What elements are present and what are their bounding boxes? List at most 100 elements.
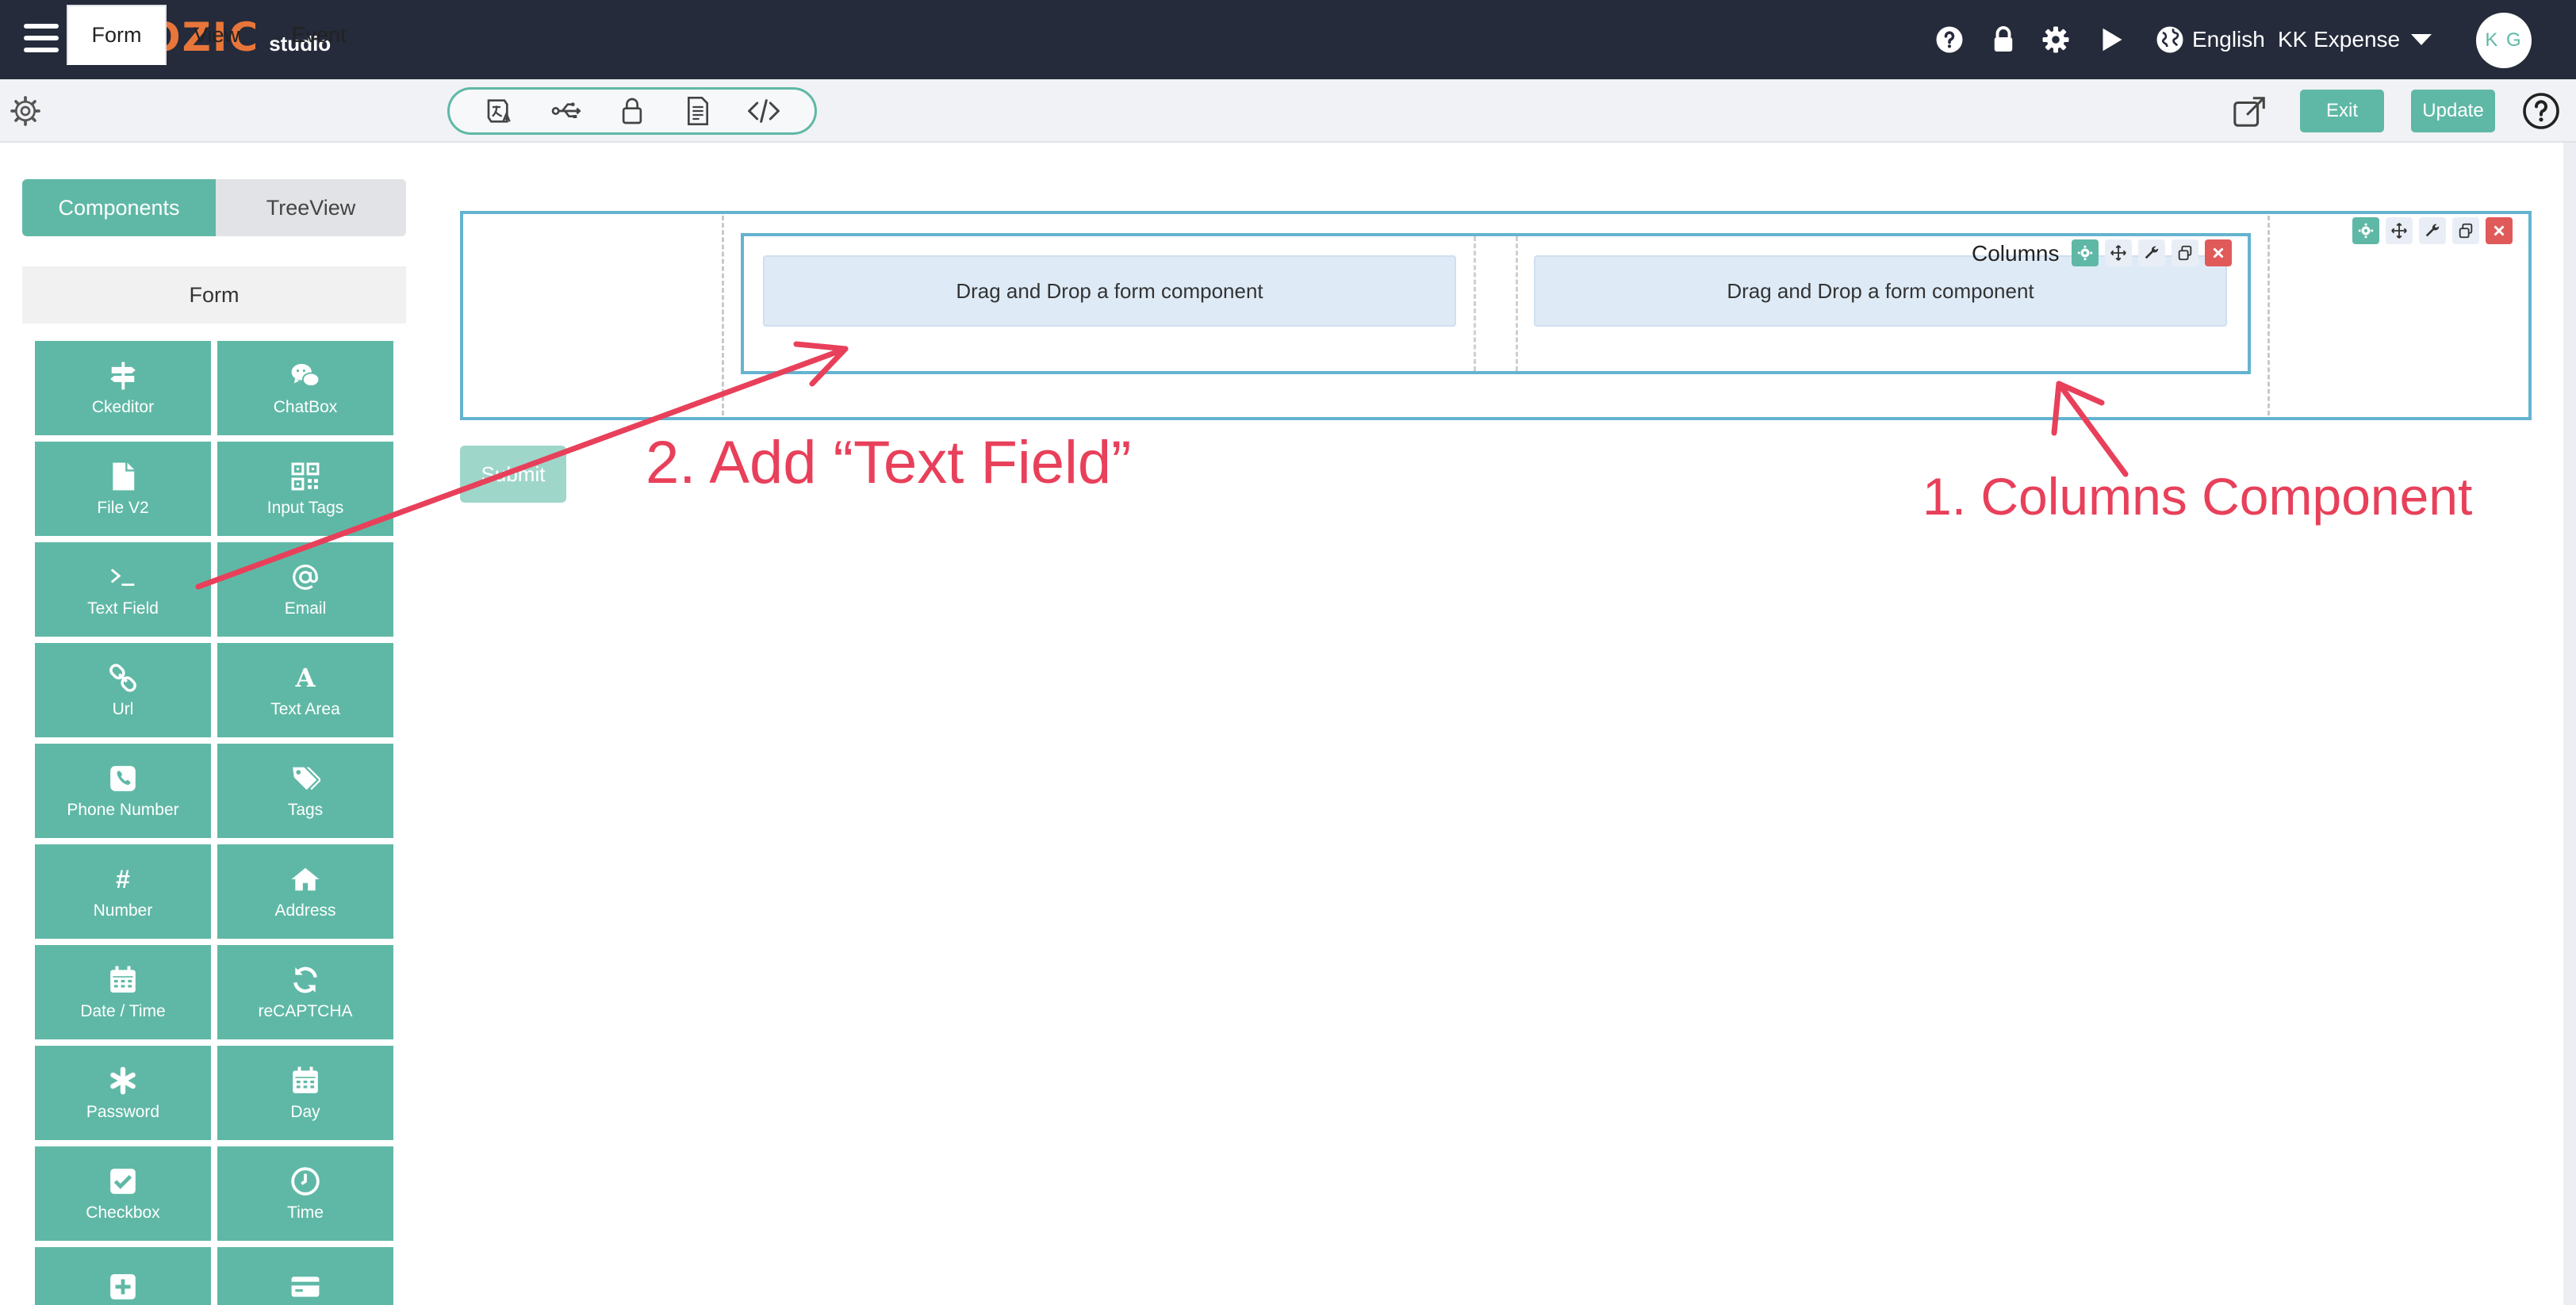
asterisk-icon xyxy=(107,1065,139,1096)
settings-gear-icon[interactable] xyxy=(10,95,41,127)
column-gutter xyxy=(1474,236,1518,371)
close-icon[interactable] xyxy=(2486,217,2513,244)
phone-icon xyxy=(107,763,139,794)
language-selector[interactable]: English xyxy=(2156,22,2265,57)
component-label: Email xyxy=(284,599,327,618)
translate-icon[interactable] xyxy=(483,94,518,128)
component-address[interactable]: Address xyxy=(217,844,393,939)
component-label: Number xyxy=(93,901,153,920)
tab-form[interactable]: Form xyxy=(67,5,167,65)
component-label: Text Area xyxy=(270,699,340,718)
plus-square-icon xyxy=(107,1271,139,1303)
update-button[interactable]: Update xyxy=(2411,90,2495,132)
columns-controls xyxy=(2072,239,2232,266)
component-password[interactable]: Password xyxy=(35,1046,211,1140)
component-text-area[interactable]: A Text Area xyxy=(217,643,393,737)
component-label: ChatBox xyxy=(273,397,338,416)
credit-card-icon xyxy=(289,1271,321,1303)
close-icon[interactable] xyxy=(2205,239,2232,266)
help-icon[interactable] xyxy=(2522,92,2560,130)
app-selector[interactable]: KK Expense xyxy=(2278,22,2432,57)
gear-icon[interactable] xyxy=(2038,22,2073,57)
globe-icon xyxy=(2156,26,2183,53)
component-input-tags[interactable]: Input Tags xyxy=(217,442,393,536)
component-label: Phone Number xyxy=(67,800,179,819)
code-icon[interactable] xyxy=(746,94,781,128)
signpost-icon xyxy=(107,360,139,392)
exit-button[interactable]: Exit xyxy=(2300,90,2384,132)
component-grid: Ckeditor ChatBox File V2 Input Tags Text… xyxy=(35,341,393,1305)
tab-event[interactable]: Event xyxy=(273,5,365,65)
component-day[interactable]: Day xyxy=(217,1046,393,1140)
usb-icon[interactable] xyxy=(549,94,584,128)
component-tags[interactable]: Tags xyxy=(217,744,393,838)
treeview-tab[interactable]: TreeView xyxy=(216,179,406,236)
component-phone-number[interactable]: Phone Number xyxy=(35,744,211,838)
user-avatar[interactable]: K G xyxy=(2476,13,2532,68)
tool-icon-group xyxy=(447,87,817,135)
refresh-icon xyxy=(289,964,321,996)
component-item[interactable] xyxy=(217,1247,393,1305)
component-ckeditor[interactable]: Ckeditor xyxy=(35,341,211,435)
component-time[interactable]: Time xyxy=(217,1146,393,1241)
submit-button[interactable]: Submit xyxy=(460,446,566,503)
lock-icon[interactable] xyxy=(1986,22,2021,57)
chat-bubbles-icon xyxy=(289,360,321,392)
calendar-icon xyxy=(107,964,139,996)
qr-code-icon xyxy=(289,461,321,492)
settings-gear-icon[interactable] xyxy=(2072,239,2099,266)
component-group-header[interactable]: Form xyxy=(22,266,406,323)
help-circle-icon[interactable] xyxy=(1932,22,1967,57)
component-label: Ckeditor xyxy=(91,397,155,416)
wrapper-controls xyxy=(2352,217,2513,244)
component-file-v2[interactable]: File V2 xyxy=(35,442,211,536)
copy-icon[interactable] xyxy=(2452,217,2479,244)
top-navbar: GLOZIC studio English KK Expense K G xyxy=(0,0,2576,79)
components-tab[interactable]: Components xyxy=(22,179,216,236)
component-label: Text Field xyxy=(87,599,159,618)
scrollbar[interactable] xyxy=(2563,143,2576,1305)
home-icon xyxy=(289,863,321,895)
settings-gear-icon[interactable] xyxy=(2352,217,2379,244)
move-icon[interactable] xyxy=(2386,217,2413,244)
annotation-step-1: 1. Columns Component xyxy=(1922,467,2473,526)
component-text-field[interactable]: Text Field xyxy=(35,542,211,637)
component-label: Address xyxy=(274,901,336,920)
component-url[interactable]: Url xyxy=(35,643,211,737)
document-icon[interactable] xyxy=(680,94,715,128)
language-label: English xyxy=(2192,27,2265,52)
copy-icon[interactable] xyxy=(2172,239,2198,266)
move-icon[interactable] xyxy=(2105,239,2132,266)
component-label: Day xyxy=(290,1102,320,1121)
file-icon xyxy=(107,461,139,492)
component-label: Checkbox xyxy=(86,1203,160,1222)
hamburger-menu-icon[interactable] xyxy=(24,24,59,52)
component-label: Time xyxy=(287,1203,324,1222)
terminal-icon xyxy=(107,561,139,593)
component-label: Input Tags xyxy=(266,498,344,517)
component-checkbox[interactable]: Checkbox xyxy=(35,1146,211,1241)
tab-view[interactable]: View xyxy=(174,5,259,65)
external-link-icon[interactable] xyxy=(2232,94,2268,130)
play-icon[interactable] xyxy=(2094,22,2129,57)
component-date-time[interactable]: Date / Time xyxy=(35,945,211,1039)
font-icon: A xyxy=(295,662,316,693)
clock-icon xyxy=(289,1165,321,1197)
tags-icon xyxy=(289,763,321,794)
wrench-icon[interactable] xyxy=(2138,239,2165,266)
component-email[interactable]: Email xyxy=(217,542,393,637)
calendar-icon xyxy=(289,1065,321,1096)
link-icon xyxy=(107,662,139,694)
component-label: reCAPTCHA xyxy=(258,1001,353,1020)
component-item[interactable] xyxy=(35,1247,211,1305)
lock-icon[interactable] xyxy=(615,94,650,128)
component-recaptcha[interactable]: reCAPTCHA xyxy=(217,945,393,1039)
component-label: Tags xyxy=(287,800,324,819)
form-toolbar xyxy=(0,79,2576,143)
component-chatbox[interactable]: ChatBox xyxy=(217,341,393,435)
column-1-dropzone[interactable]: Drag and Drop a form component xyxy=(763,255,1456,327)
component-label: File V2 xyxy=(97,498,149,517)
wrench-icon[interactable] xyxy=(2419,217,2446,244)
at-sign-icon xyxy=(289,561,321,593)
component-number[interactable]: # Number xyxy=(35,844,211,939)
